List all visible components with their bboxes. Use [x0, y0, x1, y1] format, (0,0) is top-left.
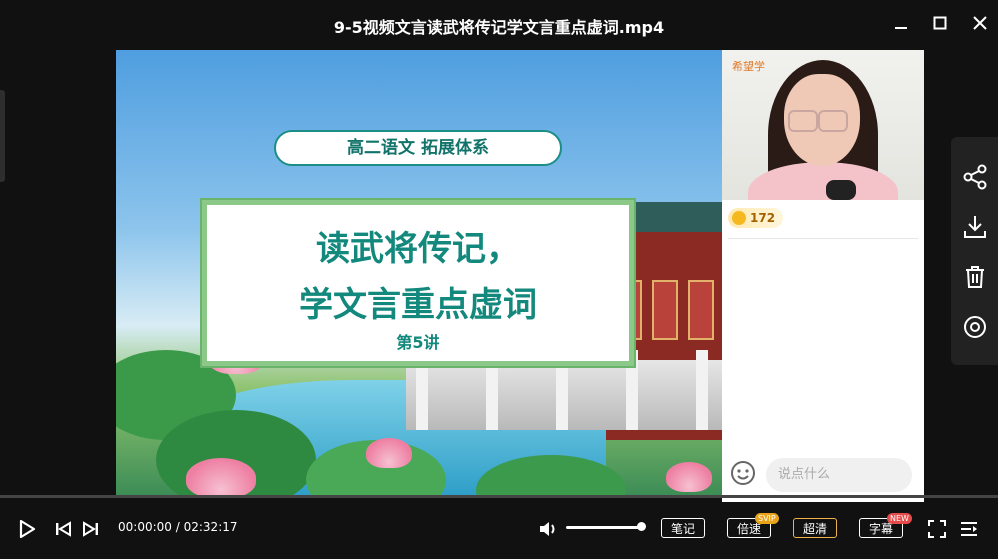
previous-button[interactable] — [52, 518, 74, 540]
download-icon — [964, 216, 986, 238]
coin-icon — [732, 211, 746, 225]
slide-title-line1: 读武将传记， — [316, 229, 520, 269]
right-toolbar — [951, 137, 998, 365]
volume-button[interactable] — [537, 518, 559, 540]
svip-badge: SVIP — [755, 513, 779, 524]
playlist-icon — [961, 522, 977, 536]
brand-logo: 希望学 — [732, 60, 765, 73]
close-button[interactable] — [967, 12, 993, 38]
maximize-icon — [933, 16, 947, 30]
lotus-flower — [666, 462, 712, 492]
maximize-button[interactable] — [927, 12, 953, 38]
close-icon — [973, 16, 987, 30]
trash-icon — [966, 266, 984, 288]
speed-label: 倍速 — [736, 522, 761, 536]
duration: 02:32:17 — [183, 520, 238, 534]
volume-knob[interactable] — [637, 522, 646, 531]
current-time: 00:00:00 — [118, 520, 172, 534]
next-button[interactable] — [80, 518, 102, 540]
skip-forward-icon — [83, 521, 98, 537]
play-icon — [19, 519, 36, 539]
fullscreen-icon — [928, 520, 946, 538]
chat-input[interactable]: 说点什么 — [766, 458, 912, 492]
side-drawer-handle[interactable] — [0, 90, 5, 182]
skip-back-icon — [56, 521, 71, 537]
time-display: 00:00:00 / 02:32:17 — [118, 520, 238, 534]
slide-title-board: 读武将传记， 学文言重点虚词 第5讲 — [200, 198, 636, 368]
lotus-flower — [186, 458, 256, 495]
panel-divider — [728, 238, 918, 239]
emoji-button[interactable] — [730, 460, 756, 486]
time-separator: / — [175, 520, 180, 534]
share-icon — [963, 164, 987, 190]
likes-counter[interactable]: 172 — [728, 208, 784, 228]
smiley-icon — [731, 461, 755, 485]
new-badge: NEW — [887, 513, 912, 524]
railing-illustration — [406, 350, 722, 430]
minimize-icon — [895, 27, 907, 29]
live-side-panel: 希望学 172 说点什么 — [722, 50, 924, 502]
lotus-flower — [366, 438, 412, 468]
likes-count: 172 — [750, 211, 776, 225]
quality-button[interactable]: 超清 — [793, 518, 837, 538]
notes-button[interactable]: 笔记 — [661, 518, 705, 538]
title-bar: 9-5视频文言读武将传记学文言重点虚词.mp4 — [0, 0, 998, 50]
share-button[interactable] — [961, 163, 989, 191]
progress-bar[interactable] — [0, 495, 998, 498]
window-title: 9-5视频文言读武将传记学文言重点虚词.mp4 — [333, 18, 665, 37]
minimize-button[interactable] — [888, 12, 914, 38]
lecture-number: 第5讲 — [396, 333, 440, 352]
subtitle-label: 字幕 — [868, 522, 893, 536]
volume-slider[interactable] — [566, 526, 642, 529]
course-subtitle: 高二语文 拓展体系 — [274, 130, 562, 166]
fullscreen-button[interactable] — [926, 518, 948, 540]
teacher-camera: 希望学 — [722, 50, 924, 200]
view-button[interactable] — [961, 313, 989, 341]
volume-icon — [540, 522, 555, 536]
player-controls: 00:00:00 / 02:32:17 笔记 倍速 SVIP 超清 字幕 NEW — [0, 500, 998, 559]
eye-icon — [964, 316, 986, 338]
slide-title-line2: 学文言重点虚词 — [299, 285, 537, 325]
video-frame[interactable]: 高二语文 拓展体系 读武将传记， 学文言重点虚词 第5讲 — [116, 50, 722, 495]
delete-button[interactable] — [961, 263, 989, 291]
download-button[interactable] — [961, 213, 989, 241]
play-button[interactable] — [16, 518, 38, 540]
playlist-button[interactable] — [958, 518, 980, 540]
